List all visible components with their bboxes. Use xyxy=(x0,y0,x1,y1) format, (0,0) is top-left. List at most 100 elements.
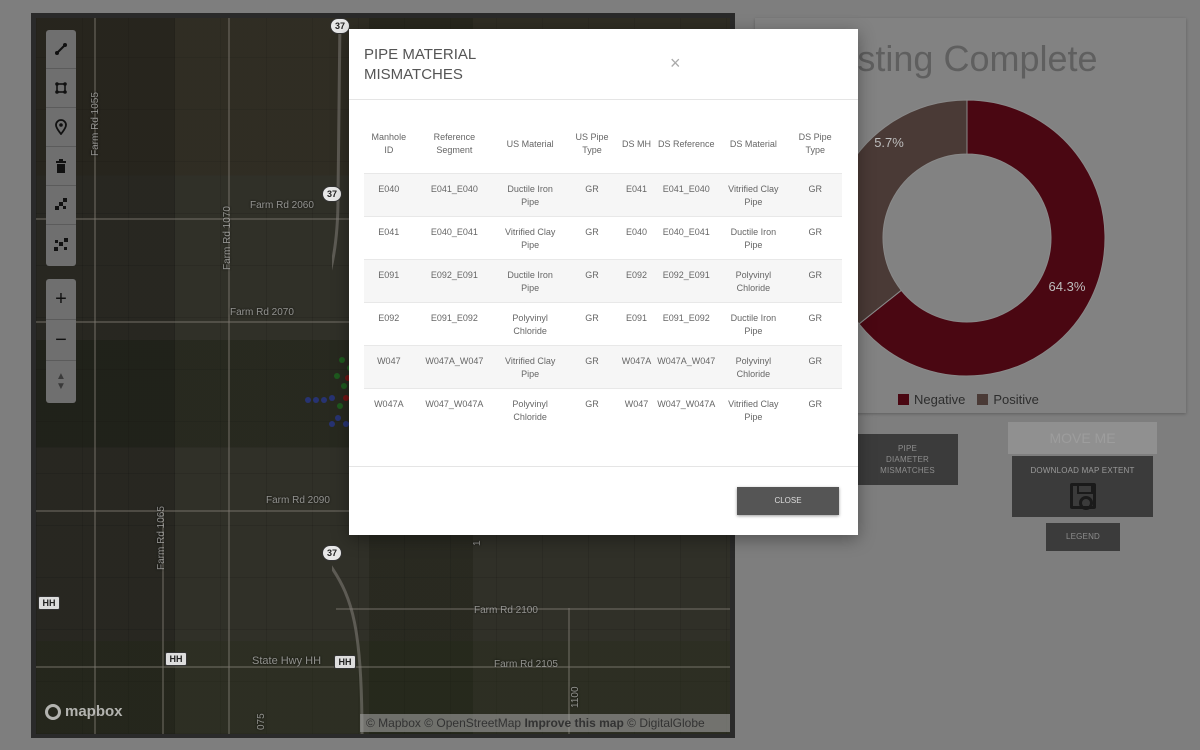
table-cell: GR xyxy=(565,344,619,388)
legend-item-negative[interactable]: Negative xyxy=(898,392,965,407)
download-map-extent-button[interactable]: DOWNLOAD MAP EXTENT xyxy=(1012,456,1153,517)
mapbox-logo[interactable]: mapbox xyxy=(45,703,123,720)
attribution-osm[interactable]: © OpenStreetMap xyxy=(424,716,521,730)
table-cell: E091 xyxy=(364,258,414,302)
trash-icon[interactable] xyxy=(46,147,76,186)
table-cell: E041_E040 xyxy=(413,172,496,216)
route-37-shield: 37 xyxy=(330,18,350,34)
table-cell: E041 xyxy=(618,172,655,216)
close-button[interactable]: CLOSE xyxy=(737,487,839,515)
table-cell: GR xyxy=(565,258,619,302)
table-cell: Ductile Iron Pipe xyxy=(718,215,789,259)
compass-button[interactable]: ▲ ▼ xyxy=(46,361,76,402)
column-header: DS Reference xyxy=(658,138,715,149)
table-row: E091 E092_E091 Ductile Iron Pipe GR E092 E092… xyxy=(364,258,842,302)
table-cell: E092 xyxy=(618,258,655,302)
move-me-button[interactable]: MOVE ME xyxy=(1008,422,1157,454)
legend-swatch xyxy=(977,394,989,405)
table-cell: GR xyxy=(788,172,842,216)
road-label: Farm Rd 2060 xyxy=(250,200,314,211)
pipe-material-mismatches-modal: PIPE MATERIAL MISMATCHES × Manhole ID Ref… xyxy=(349,29,858,535)
table-cell: GR xyxy=(565,215,619,259)
route-hh-shield: HH xyxy=(38,596,60,610)
legend-item-positive[interactable]: Positive xyxy=(977,392,1039,407)
table-row: E040 E041_E040 Ductile Iron Pipe GR E041 E041… xyxy=(364,172,842,216)
table-header-row: Manhole ID Reference Segment US Material US… xyxy=(364,116,842,173)
legend-button[interactable]: LEGEND xyxy=(1046,523,1120,551)
column-header: DS Pipe Type xyxy=(798,132,832,156)
table-cell: Vitrified Clay Pipe xyxy=(495,344,566,388)
table-cell: Polyvinyl Chloride xyxy=(495,301,566,345)
road-label: Farm Rd 1070 xyxy=(222,206,233,270)
legend-label: Positive xyxy=(993,392,1039,407)
table-cell: Vitrified Clay Pipe xyxy=(495,215,566,259)
route-hh-shield: HH xyxy=(334,655,356,669)
button-label: PIPE DIAMETER MISMATCHES xyxy=(880,444,935,475)
uncombine-icon[interactable] xyxy=(46,225,76,264)
road-label: Farm Rd 2100 xyxy=(474,605,538,616)
table-cell: W047A_W047 xyxy=(413,344,496,388)
table-cell: GR xyxy=(788,387,842,431)
divider xyxy=(349,466,858,467)
map-attribution: © Mapbox © OpenStreetMap Improve this ma… xyxy=(360,714,730,732)
chart-legend: Negative Positive xyxy=(898,392,1039,407)
column-header: DS MH xyxy=(622,138,652,149)
donut-chart[interactable]: 64.3% 5.7% xyxy=(830,98,1110,378)
table-cell: Vitrified Clay Pipe xyxy=(718,172,789,216)
polygon-tool-icon[interactable] xyxy=(46,69,76,108)
draw-toolbar xyxy=(46,30,76,266)
road-label: Farm Rd 1055 xyxy=(90,92,101,156)
zoom-out-button[interactable]: − xyxy=(46,320,76,361)
table-cell: GR xyxy=(788,258,842,302)
close-icon[interactable]: × xyxy=(670,53,681,74)
table-cell: E091 xyxy=(618,301,655,345)
zoom-controls: + − ▲ ▼ xyxy=(46,279,76,403)
line-tool-icon[interactable] xyxy=(46,30,76,69)
road-label: 1100 xyxy=(570,686,581,708)
table-cell: GR xyxy=(788,344,842,388)
table-row: W047A W047_W047A Polyvinyl Chloride GR W047 W… xyxy=(364,387,842,431)
marker-tool-icon[interactable] xyxy=(46,108,76,147)
table-row: E041 E040_E041 Vitrified Clay Pipe GR E040 E0… xyxy=(364,215,842,259)
mapbox-icon xyxy=(45,703,61,720)
table-cell: E041 xyxy=(364,215,414,259)
divider xyxy=(349,99,858,100)
table-cell: W047 xyxy=(618,387,655,431)
attribution-digitalglobe[interactable]: © DigitalGlobe xyxy=(627,716,705,730)
road-label: Farm Rd 2090 xyxy=(266,495,330,506)
table-cell: Ductile Iron Pipe xyxy=(718,301,789,345)
combine-icon[interactable] xyxy=(46,186,76,225)
zoom-in-button[interactable]: + xyxy=(46,279,76,320)
mapbox-logo-text: mapbox xyxy=(65,703,123,720)
road-label: 075 xyxy=(256,713,267,730)
road-label: Farm Rd 2105 xyxy=(494,659,558,670)
table-cell: GR xyxy=(565,301,619,345)
improve-map-link[interactable]: Improve this map xyxy=(524,716,623,730)
attribution-mapbox[interactable]: © Mapbox xyxy=(366,716,421,730)
table-cell: GR xyxy=(565,387,619,431)
road-label: State Hwy HH xyxy=(252,655,322,667)
mismatch-table: Manhole ID Reference Segment US Material US… xyxy=(364,116,842,431)
table-cell: W047_W047A xyxy=(654,387,719,431)
table-cell: E041_E040 xyxy=(654,172,719,216)
table-cell: W047_W047A xyxy=(413,387,496,431)
table-cell: E091_E092 xyxy=(413,301,496,345)
legend-swatch xyxy=(898,394,909,405)
route-hh-shield: HH xyxy=(165,652,187,666)
table-cell: Polyvinyl Chloride xyxy=(495,387,566,431)
pipe-diameter-mismatches-button[interactable]: PIPE DIAMETER MISMATCHES xyxy=(857,434,958,485)
legend-label: Negative xyxy=(914,392,966,407)
table-cell: W047A_W047 xyxy=(654,344,719,388)
table-cell: E040 xyxy=(618,215,655,259)
table-cell: E091_E092 xyxy=(654,301,719,345)
table-cell: Ductile Iron Pipe xyxy=(495,258,566,302)
route-37-shield: 37 xyxy=(322,545,342,561)
column-header: Manhole ID xyxy=(371,132,407,156)
table-cell: E092 xyxy=(364,301,414,345)
table-cell: W047A xyxy=(364,387,414,431)
donut-slice-label: 64.3% xyxy=(1049,279,1086,294)
table-cell: Ductile Iron Pipe xyxy=(495,172,566,216)
table-cell: E040_E041 xyxy=(413,215,496,259)
road-label: Farm Rd 1065 xyxy=(156,506,167,570)
table-cell: GR xyxy=(788,215,842,259)
